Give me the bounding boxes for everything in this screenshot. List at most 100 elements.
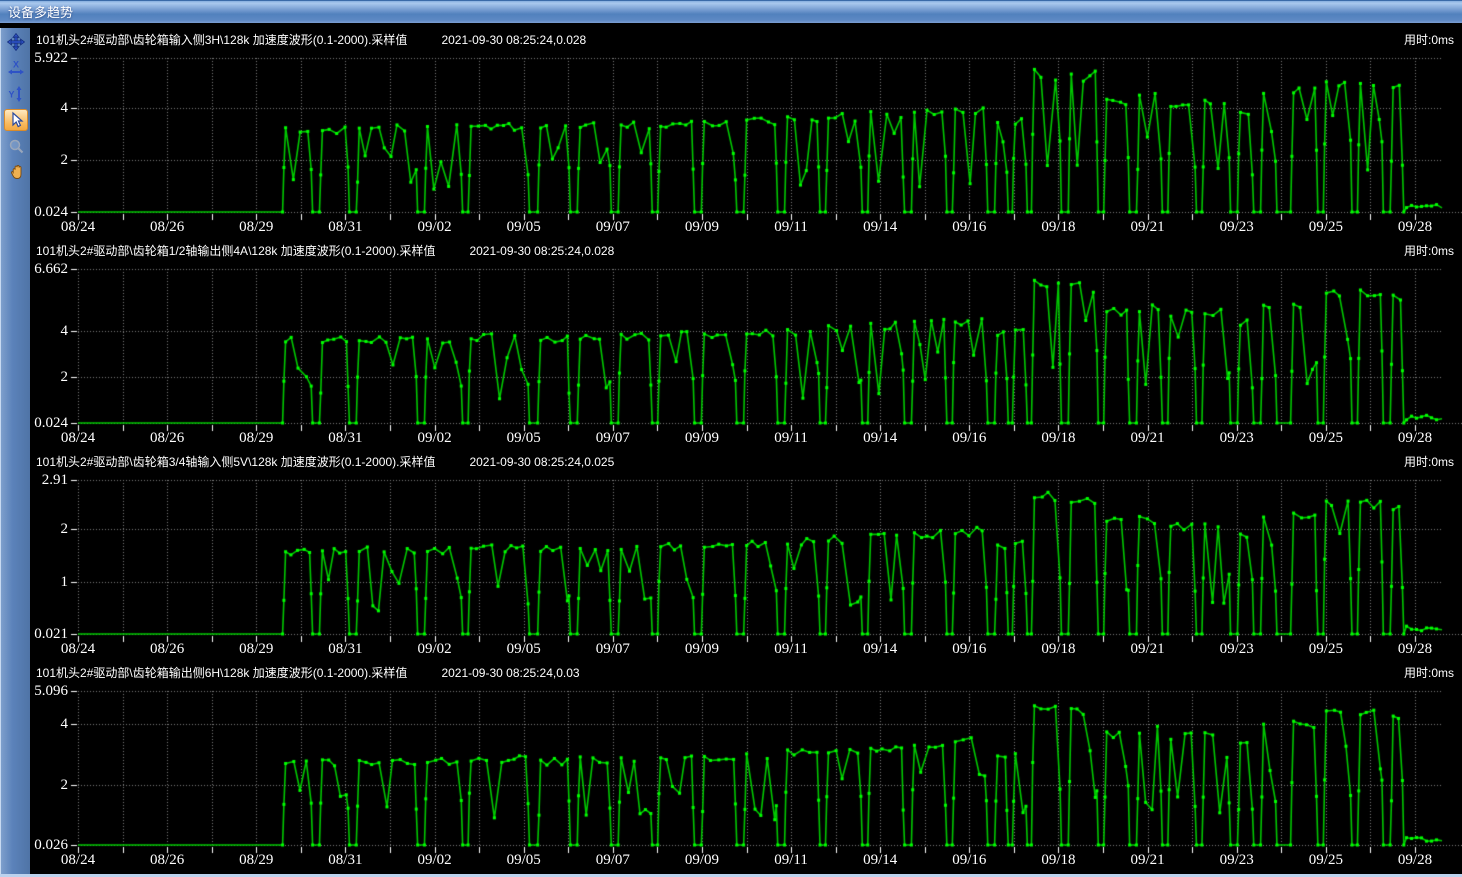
x-axis-label: 09/25 (1309, 429, 1343, 447)
chart-title: 101机头2#驱动部\齿轮箱1/2轴输出侧4A\128k 加速度波形(0.1-2… (36, 244, 435, 258)
x-axis-scale-button[interactable]: X (4, 57, 28, 79)
x-axis-label: 09/25 (1309, 218, 1343, 236)
y-axis-label: 4 (30, 715, 68, 733)
x-axis-label: 09/07 (596, 429, 630, 447)
select-cursor-icon (7, 111, 25, 129)
x-axis-label: 09/07 (596, 218, 630, 236)
x-axis-label: 08/29 (239, 851, 273, 869)
y-axis-label: 2 (30, 368, 68, 386)
x-axis-label: 09/23 (1220, 429, 1254, 447)
x-axis-label: 08/29 (239, 218, 273, 236)
trend-window: 设备多趋势 X Y (0, 0, 1462, 877)
x-axis-label: 09/05 (507, 218, 541, 236)
chart-plot[interactable] (30, 28, 1462, 239)
x-axis-label: 09/23 (1220, 218, 1254, 236)
x-axis-label: 09/14 (863, 640, 897, 658)
x-axis-label: 09/05 (507, 851, 541, 869)
chart-plot[interactable] (30, 661, 1462, 874)
elapsed-time: 用时:0ms (1404, 453, 1454, 470)
chart-timestamp: 2021-09-30 08:25:24,0.028 (469, 244, 614, 258)
x-axis-label: 08/26 (150, 218, 184, 236)
elapsed-time: 用时:0ms (1404, 31, 1454, 48)
x-axis-label: 09/25 (1309, 640, 1343, 658)
x-axis-label: 09/11 (774, 429, 808, 447)
zoom-icon (7, 137, 25, 155)
chart-header: 101机头2#驱动部\齿轮箱3/4轴输入侧5V\128k 加速度波形(0.1-2… (36, 453, 614, 470)
x-axis-label: 09/18 (1041, 429, 1075, 447)
x-axis-label: 09/16 (952, 429, 986, 447)
y-axis-scale-icon: Y (7, 85, 25, 103)
x-axis-label: 09/18 (1041, 640, 1075, 658)
elapsed-time: 用时:0ms (1404, 664, 1454, 681)
x-axis-label: 08/24 (61, 218, 95, 236)
y-axis-label: 2.91 (30, 471, 68, 489)
y-axis-label: 2 (30, 520, 68, 538)
x-axis-label: 09/16 (952, 851, 986, 869)
pan-hand-icon (7, 163, 25, 181)
x-axis-label: 09/23 (1220, 851, 1254, 869)
x-axis-label: 08/24 (61, 851, 95, 869)
pan-hand-button[interactable] (4, 161, 28, 183)
x-axis-label: 09/16 (952, 640, 986, 658)
chart-timestamp: 2021-09-30 08:25:24,0.025 (469, 455, 614, 469)
chart-header: 101机头2#驱动部\齿轮箱1/2轴输出侧4A\128k 加速度波形(0.1-2… (36, 242, 614, 259)
x-axis-label: 09/09 (685, 218, 719, 236)
x-axis-label: 09/02 (417, 851, 451, 869)
x-axis-label: 09/25 (1309, 851, 1343, 869)
trend-panel: 101机头2#驱动部\齿轮箱3/4轴输入侧5V\128k 加速度波形(0.1-2… (30, 450, 1462, 661)
x-axis-label: 08/26 (150, 851, 184, 869)
y-axis-label: 1 (30, 573, 68, 591)
x-axis-label: 09/09 (685, 851, 719, 869)
x-axis-label: 08/29 (239, 429, 273, 447)
x-axis-label: 09/18 (1041, 218, 1075, 236)
tool-sidebar: X Y (0, 28, 30, 874)
y-axis-label: 6.662 (30, 260, 68, 278)
x-axis-label: 08/24 (61, 640, 95, 658)
x-axis-label: 08/26 (150, 640, 184, 658)
y-axis-label: 5.922 (30, 49, 68, 67)
chart-title: 101机头2#驱动部\齿轮箱3/4轴输入侧5V\128k 加速度波形(0.1-2… (36, 455, 435, 469)
x-axis-label: 09/28 (1398, 218, 1432, 236)
x-axis-label: 09/05 (507, 640, 541, 658)
chart-timestamp: 2021-09-30 08:25:24,0.028 (441, 33, 586, 47)
chart-header: 101机头2#驱动部\齿轮箱输出侧6H\128k 加速度波形(0.1-2000)… (36, 664, 580, 681)
x-axis-label: 09/09 (685, 429, 719, 447)
trend-panel: 101机头2#驱动部\齿轮箱1/2轴输出侧4A\128k 加速度波形(0.1-2… (30, 239, 1462, 450)
x-axis-label: 08/26 (150, 429, 184, 447)
x-axis-label: 09/14 (863, 218, 897, 236)
zoom-button[interactable] (4, 135, 28, 157)
x-axis-label: 09/28 (1398, 851, 1432, 869)
x-axis-label: 08/31 (328, 429, 362, 447)
window-title: 设备多趋势 (8, 5, 73, 20)
chart-plot[interactable] (30, 239, 1462, 450)
y-axis-label: 2 (30, 776, 68, 794)
x-axis-label: 09/07 (596, 640, 630, 658)
move-chart-button[interactable] (4, 31, 28, 53)
x-axis-label: 08/31 (328, 851, 362, 869)
chart-plot[interactable] (30, 450, 1462, 661)
x-axis-label: 09/11 (774, 640, 808, 658)
chart-timestamp: 2021-09-30 08:25:24,0.03 (441, 666, 579, 680)
chart-title: 101机头2#驱动部\齿轮箱输入侧3H\128k 加速度波形(0.1-2000)… (36, 33, 407, 47)
y-axis-scale-button[interactable]: Y (4, 83, 28, 105)
x-axis-label: 09/02 (417, 429, 451, 447)
window-titlebar[interactable]: 设备多趋势 (0, 0, 1462, 25)
x-axis-label: 09/28 (1398, 640, 1432, 658)
x-axis-label: 09/23 (1220, 640, 1254, 658)
y-axis-label: 5.096 (30, 682, 68, 700)
select-cursor-button[interactable] (4, 109, 28, 131)
chart-header: 101机头2#驱动部\齿轮箱输入侧3H\128k 加速度波形(0.1-2000)… (36, 31, 586, 48)
x-axis-label: 08/29 (239, 640, 273, 658)
x-axis-label: 09/02 (417, 218, 451, 236)
x-axis-label: 09/18 (1041, 851, 1075, 869)
x-axis-label: 09/09 (685, 640, 719, 658)
x-axis-label: 08/31 (328, 640, 362, 658)
x-axis-label: 09/21 (1131, 851, 1165, 869)
svg-text:Y: Y (8, 90, 14, 100)
x-axis-label: 09/28 (1398, 429, 1432, 447)
chart-title: 101机头2#驱动部\齿轮箱输出侧6H\128k 加速度波形(0.1-2000)… (36, 666, 407, 680)
trend-panel: 101机头2#驱动部\齿轮箱输出侧6H\128k 加速度波形(0.1-2000)… (30, 661, 1462, 874)
x-axis-label: 09/16 (952, 218, 986, 236)
x-axis-label: 09/11 (774, 851, 808, 869)
elapsed-time: 用时:0ms (1404, 242, 1454, 259)
